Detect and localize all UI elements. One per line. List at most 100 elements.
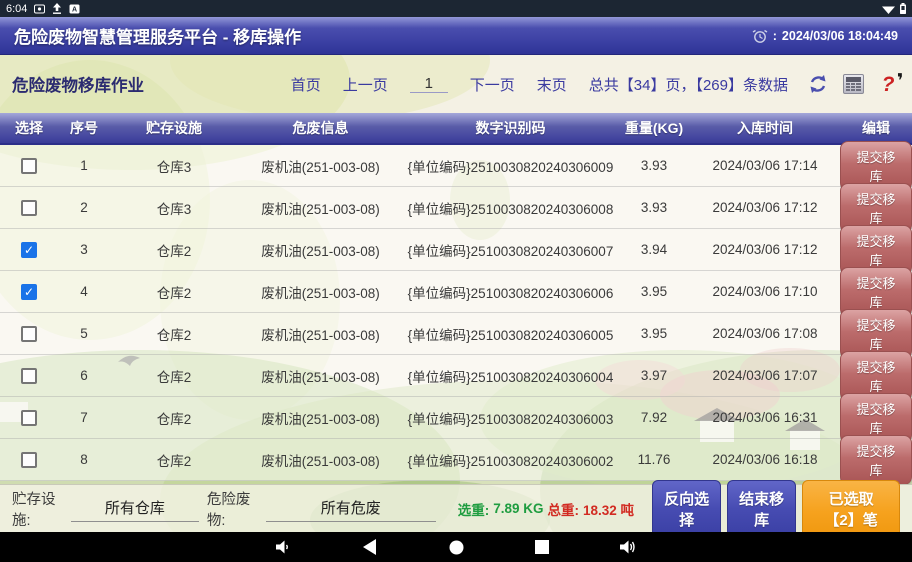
row-number: 5 (58, 326, 110, 341)
row-storage-time: 2024/03/06 17:12 (690, 200, 840, 215)
upload-icon (52, 3, 62, 14)
row-weight: 3.97 (618, 368, 690, 383)
row-digital-id: {单位编码}2510030820240306007 (403, 240, 618, 260)
row-storage-facility: 仓库2 (110, 282, 238, 302)
help-icon[interactable]: ? (876, 72, 900, 96)
total-weight-label: 总重: (548, 499, 580, 519)
wifi-icon (882, 4, 895, 14)
row-digital-id: {单位编码}2510030820240306009 (403, 156, 618, 176)
selected-weight-value: 7.89 KG (493, 501, 543, 516)
filter-bar: 贮存设施: 所有仓库 危险废物: 所有危废 选重: 7.89 KG 总重: 18… (0, 484, 912, 532)
facility-filter-select[interactable]: 所有仓库 (71, 495, 199, 522)
row-weight: 3.95 (618, 284, 690, 299)
row-number: 2 (58, 200, 110, 215)
status-time: 6:04 (6, 3, 27, 15)
selected-count-button[interactable]: 已选取【2】笔 (802, 480, 900, 538)
table-row: 5 仓库2 废机油(251-003-08) {单位编码}251003082024… (0, 313, 912, 355)
row-checkbox[interactable] (21, 158, 37, 174)
first-page-button[interactable]: 首页 (291, 74, 321, 95)
row-storage-facility: 仓库2 (110, 408, 238, 428)
row-checkbox[interactable] (21, 410, 37, 426)
column-header: 序号 (58, 118, 110, 138)
row-digital-id: {单位编码}2510030820240306003 (403, 408, 618, 428)
column-header: 贮存设施 (110, 118, 238, 138)
selected-weight-label: 选重: (458, 499, 490, 519)
row-digital-id: {单位编码}2510030820240306006 (403, 282, 618, 302)
row-storage-facility: 仓库3 (110, 156, 238, 176)
column-header: 选择 (0, 118, 58, 138)
next-page-button[interactable]: 下一页 (470, 74, 515, 95)
table-row: 2 仓库3 废机油(251-003-08) {单位编码}251003082024… (0, 187, 912, 229)
row-storage-time: 2024/03/06 17:07 (690, 368, 840, 383)
submit-transfer-button[interactable]: 提交移库 (840, 435, 912, 485)
total-weight-value: 18.32 吨 (583, 499, 634, 519)
facility-filter-label: 贮存设施: (12, 488, 63, 530)
row-weight: 7.92 (618, 410, 690, 425)
page-number-input[interactable] (410, 75, 448, 93)
row-number: 7 (58, 410, 110, 425)
battery-icon (900, 3, 906, 14)
row-waste-info: 废机油(251-003-08) (238, 198, 403, 218)
screenshot-icon (34, 4, 45, 14)
row-storage-facility: 仓库2 (110, 450, 238, 470)
waste-filter-select[interactable]: 所有危废 (266, 495, 436, 522)
table-row: 7 仓库2 废机油(251-003-08) {单位编码}251003082024… (0, 397, 912, 439)
row-number: 8 (58, 452, 110, 467)
table-row: 8 仓库2 废机油(251-003-08) {单位编码}251003082024… (0, 439, 912, 481)
row-storage-facility: 仓库2 (110, 240, 238, 260)
android-status-bar: 6:04 A (0, 0, 912, 17)
row-weight: 3.94 (618, 242, 690, 257)
recents-icon[interactable] (532, 537, 552, 557)
row-waste-info: 废机油(251-003-08) (238, 156, 403, 176)
toolbar: 危险废物移库作业 首页 上一页 下一页 末页 总共【34】页，【269】条数据 … (0, 55, 912, 113)
row-number: 3 (58, 242, 110, 257)
table-header: 选择序号贮存设施危废信息数字识别码重量(KG)入库时间编辑 (0, 113, 912, 145)
invert-selection-button[interactable]: 反向选择 (652, 480, 721, 538)
row-storage-time: 2024/03/06 17:14 (690, 158, 840, 173)
table-row: 4 仓库2 废机油(251-003-08) {单位编码}251003082024… (0, 271, 912, 313)
current-datetime: 2024/03/06 18:04:49 (782, 29, 898, 43)
column-header: 编辑 (840, 118, 912, 138)
clock-icon (752, 28, 768, 44)
back-icon[interactable] (360, 537, 380, 557)
row-waste-info: 废机油(251-003-08) (238, 240, 403, 260)
row-waste-info: 废机油(251-003-08) (238, 450, 403, 470)
calculator-icon[interactable] (841, 72, 865, 96)
row-number: 1 (58, 158, 110, 173)
table-row: 3 仓库2 废机油(251-003-08) {单位编码}251003082024… (0, 229, 912, 271)
row-checkbox[interactable] (21, 200, 37, 216)
finish-transfer-button[interactable]: 结束移库 (727, 480, 796, 538)
volume-down-icon[interactable] (274, 537, 294, 557)
letter-a-icon: A (69, 4, 80, 14)
android-nav-bar (0, 532, 912, 562)
row-weight: 3.95 (618, 326, 690, 341)
row-waste-info: 废机油(251-003-08) (238, 408, 403, 428)
row-checkbox[interactable] (21, 368, 37, 384)
app-title-bar: 危险废物智慧管理服务平台 - 移库操作 : 2024/03/06 18:04:4… (0, 17, 912, 55)
home-icon[interactable] (446, 537, 466, 557)
svg-text:A: A (72, 6, 77, 13)
refresh-icon[interactable] (806, 72, 830, 96)
row-storage-facility: 仓库2 (110, 366, 238, 386)
row-storage-time: 2024/03/06 17:12 (690, 242, 840, 257)
last-page-button[interactable]: 末页 (537, 74, 567, 95)
row-checkbox[interactable] (21, 326, 37, 342)
table-row: 1 仓库3 废机油(251-003-08) {单位编码}251003082024… (0, 145, 912, 187)
row-weight: 11.76 (618, 452, 690, 467)
weight-summary: 选重: 7.89 KG 总重: 18.32 吨 (458, 499, 634, 519)
row-number: 6 (58, 368, 110, 383)
column-header: 危废信息 (238, 118, 403, 138)
row-checkbox[interactable] (21, 452, 37, 468)
prev-page-button[interactable]: 上一页 (343, 74, 388, 95)
row-weight: 3.93 (618, 200, 690, 215)
row-waste-info: 废机油(251-003-08) (238, 324, 403, 344)
row-checkbox[interactable] (21, 284, 37, 300)
row-digital-id: {单位编码}2510030820240306004 (403, 366, 618, 386)
row-storage-facility: 仓库3 (110, 198, 238, 218)
column-header: 重量(KG) (618, 118, 690, 138)
pagination: 首页 上一页 下一页 末页 总共【34】页，【269】条数据 (291, 74, 788, 95)
row-checkbox[interactable] (21, 242, 37, 258)
volume-up-icon[interactable] (618, 537, 638, 557)
column-header: 数字识别码 (403, 118, 618, 138)
row-storage-facility: 仓库2 (110, 324, 238, 344)
